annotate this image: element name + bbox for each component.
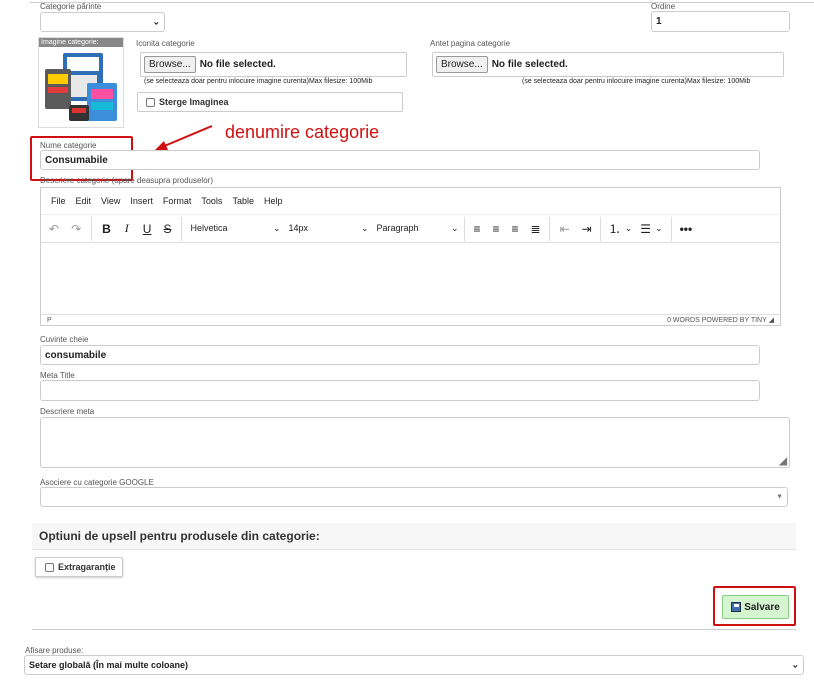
- chevron-down-icon: ⌄: [450, 223, 459, 233]
- upsell-section-title: Optiuni de upsell pentru produsele din c…: [32, 523, 796, 550]
- resize-handle-icon[interactable]: ◢: [779, 456, 787, 467]
- annotation-arrow-icon: [154, 125, 213, 151]
- resize-handle-icon[interactable]: ◢: [769, 317, 774, 324]
- menu-edit[interactable]: Edit: [76, 196, 92, 206]
- justify-icon[interactable]: ≣: [531, 222, 541, 236]
- header-no-file-text: No file selected.: [491, 59, 568, 70]
- header-file-hint: (se selecteaza doar pentru inlocuire ima…: [522, 78, 751, 85]
- chevron-down-icon: ⌄: [272, 223, 281, 233]
- keywords-input[interactable]: consumabile: [40, 345, 760, 365]
- align-right-icon[interactable]: ≡: [512, 222, 519, 236]
- font-family-select[interactable]: Helvetica ⌄: [190, 223, 280, 234]
- save-button[interactable]: Salvare: [722, 595, 789, 619]
- header-label: Antet pagina categorie: [430, 39, 511, 48]
- icon-browse-button[interactable]: Browse...: [144, 56, 196, 73]
- delete-image-checkbox[interactable]: [146, 97, 155, 107]
- category-image-panel: Imagine categorie:: [38, 37, 124, 128]
- more-icon[interactable]: •••: [680, 222, 693, 236]
- font-size-value: 14px: [288, 223, 309, 233]
- display-products-value: Setare globală (În mai multe coloane): [29, 660, 189, 670]
- floppy-disk-icon: [731, 602, 742, 612]
- menu-view[interactable]: View: [101, 196, 120, 206]
- chevron-down-icon: ⌄: [360, 223, 369, 233]
- strikethrough-icon[interactable]: S: [163, 222, 171, 236]
- block-format-select[interactable]: Paragraph ⌄: [376, 223, 458, 234]
- align-center-icon[interactable]: ≡: [493, 222, 500, 236]
- menu-help[interactable]: Help: [264, 196, 283, 206]
- menu-table[interactable]: Table: [232, 196, 254, 206]
- font-size-select[interactable]: 14px ⌄: [288, 223, 368, 234]
- align-left-icon[interactable]: ≡: [473, 222, 480, 236]
- google-category-select[interactable]: ▼: [40, 487, 788, 507]
- editor-toolbar: ↶ ↷ B I U S Helvetica ⌄ 14px ⌄ Paragraph ⌄ …: [41, 215, 780, 243]
- editor-content-area[interactable]: [41, 243, 780, 314]
- icon-file-input[interactable]: Browse... No file selected.: [140, 52, 407, 77]
- bullet-list-icon[interactable]: ☰: [640, 222, 651, 236]
- extra-warranty-option[interactable]: Extragaranție: [35, 557, 123, 577]
- menu-insert[interactable]: Insert: [130, 196, 153, 206]
- toolbar-separator: [181, 216, 183, 241]
- undo-icon[interactable]: ↶: [49, 222, 59, 236]
- annotation-text: denumire categorie: [225, 122, 380, 142]
- menu-format[interactable]: Format: [163, 196, 192, 206]
- bold-icon[interactable]: B: [102, 222, 111, 236]
- delete-image-option[interactable]: Sterge Imaginea: [137, 92, 403, 112]
- meta-description-textarea[interactable]: ◢: [40, 417, 790, 468]
- toolbar-separator: [548, 216, 550, 241]
- editor-statusbar: P 0 WORDS POWERED BY TINY ◢: [41, 314, 780, 325]
- chevron-down-icon: ⌄: [791, 659, 799, 670]
- keywords-label: Cuvinte cheie: [40, 335, 89, 344]
- toolbar-separator: [91, 216, 93, 241]
- toolbar-separator: [670, 216, 672, 241]
- display-products-select[interactable]: Setare globală (În mai multe coloane) ⌄: [24, 655, 804, 675]
- delete-image-label: Sterge Imaginea: [159, 97, 229, 107]
- parent-category-select[interactable]: ⌄: [40, 12, 165, 32]
- image-label: Imagine categorie:: [39, 38, 123, 47]
- section-divider: [32, 629, 796, 630]
- top-divider: [30, 2, 814, 3]
- status-path: P: [47, 316, 52, 324]
- parent-category-label: Categorie părinte: [40, 2, 102, 11]
- save-button-label: Salvare: [744, 601, 780, 613]
- description-editor: File Edit View Insert Format Tools Table…: [40, 187, 781, 326]
- name-input[interactable]: Consumabile: [40, 150, 760, 170]
- editor-menubar: File Edit View Insert Format Tools Table…: [41, 188, 780, 215]
- status-powered-by: POWERED BY TINY: [701, 317, 767, 324]
- header-browse-button[interactable]: Browse...: [436, 56, 488, 73]
- block-format-value: Paragraph: [376, 223, 419, 233]
- icon-label: Iconita categorie: [136, 39, 195, 48]
- outdent-icon[interactable]: ⇤: [560, 222, 570, 236]
- italic-icon[interactable]: I: [125, 221, 129, 236]
- status-right: 0 WORDS POWERED BY TINY ◢: [667, 316, 774, 324]
- header-file-input[interactable]: Browse... No file selected.: [432, 52, 784, 77]
- chevron-down-icon[interactable]: ⌄: [625, 223, 633, 234]
- meta-title-input[interactable]: [40, 380, 760, 401]
- description-label: Descriere categorie (apare deasupra prod…: [40, 176, 213, 185]
- indent-icon[interactable]: ⇥: [582, 222, 592, 236]
- chevron-down-icon: ⌄: [152, 16, 160, 27]
- icon-file-hint: (se selecteaza doar pentru inlocuire ima…: [144, 78, 373, 85]
- status-word-count: 0 WORDS: [667, 317, 700, 324]
- toolbar-separator: [599, 216, 601, 241]
- extra-warranty-label: Extragaranție: [58, 562, 116, 572]
- chevron-down-icon[interactable]: ⌄: [655, 223, 663, 234]
- redo-icon[interactable]: ↷: [71, 222, 81, 236]
- ink-cartridge-image: [45, 53, 117, 121]
- icon-no-file-text: No file selected.: [199, 59, 276, 70]
- extra-warranty-checkbox[interactable]: [45, 562, 54, 572]
- underline-icon[interactable]: U: [143, 222, 152, 236]
- font-family-value: Helvetica: [190, 223, 228, 233]
- toolbar-separator: [464, 216, 466, 241]
- numbered-list-icon[interactable]: ⒈: [609, 220, 621, 237]
- meta-description-label: Descriere meta: [40, 407, 95, 416]
- order-input[interactable]: 1: [651, 11, 790, 32]
- menu-file[interactable]: File: [51, 196, 66, 206]
- menu-tools[interactable]: Tools: [201, 196, 222, 206]
- caret-down-icon: ▼: [776, 493, 783, 501]
